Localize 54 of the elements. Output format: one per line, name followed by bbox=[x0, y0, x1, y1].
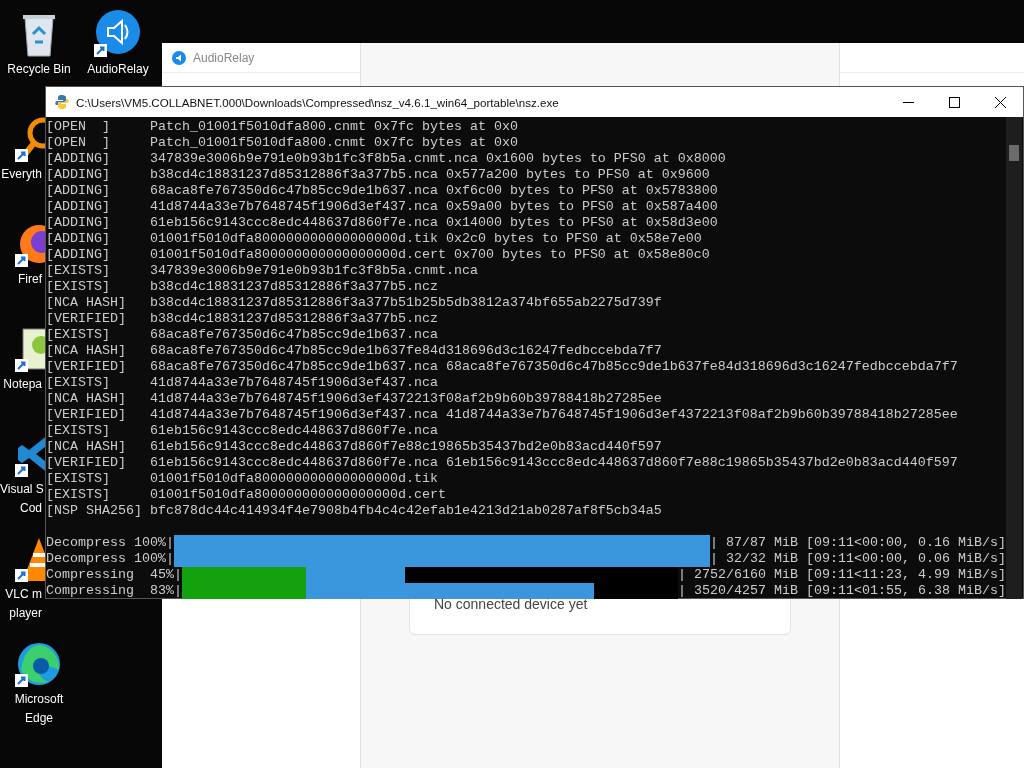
status-text: No connected device yet bbox=[434, 596, 588, 612]
console-line: [VERIFIED] 68aca8fe767350d6c47b85cc9de1b637.nca 68aca8fe767350d6c47b85cc9de1b637fe84d318696d3c16247fedbccebda7f7 bbox=[46, 359, 959, 375]
desktop-icon-label[interactable]: player bbox=[0, 606, 42, 621]
desktop-icon-label[interactable]: Microsoft bbox=[14, 692, 64, 707]
console-line: [VERIFIED] b38cd4c18831237d85312886f3a377b5.ncz bbox=[46, 311, 439, 327]
desktop-icon-label[interactable]: Everyth bbox=[0, 167, 42, 182]
progress-info: | 3520/4257 MiB [09:11<01:55, 6.38 MiB/s] bbox=[678, 583, 1006, 599]
console-line: [ADDING] 347839e3006b9e791e0b93b1fc3f8b5a.cnmt.nca 0x1600 bytes to PFS0 at 0x8000 bbox=[46, 151, 727, 167]
python-icon bbox=[54, 94, 70, 110]
desktop-icon-label[interactable]: AudioRelay bbox=[87, 62, 149, 77]
console-line: [OPEN ] Patch_01001f5010dfa800.cnmt 0x7fc bytes at 0x0 bbox=[46, 135, 519, 151]
progress-label: Decompress 100%| bbox=[46, 535, 174, 551]
progress-label: Decompress 100%| bbox=[46, 551, 174, 567]
console-line: [EXISTS] 01001f5010dfa800000000000000000d.cert bbox=[46, 487, 447, 503]
progress-info: | 2752/6160 MiB [09:11<11:23, 4.99 MiB/s] bbox=[678, 567, 1006, 583]
desktop-icon-label[interactable]: Recycle Bin bbox=[7, 62, 71, 77]
console-line: [ADDING] 68aca8fe767350d6c47b85cc9de1b637.nca 0xf6c00 bytes to PFS0 at 0x5783800 bbox=[46, 183, 719, 199]
console-line: [EXISTS] 61eb156c9143ccc8edc448637d860f7e.nca bbox=[46, 423, 439, 439]
desktop-icon-label[interactable]: Visual S bbox=[0, 482, 42, 497]
progress-info: | 32/32 MiB [09:11<00:00, 0.06 MiB/s] bbox=[710, 551, 1006, 567]
console-line: [NCA HASH] 68aca8fe767350d6c47b85cc9de1b637fe84d318696d3c16247fedbccebda7f7 bbox=[46, 343, 663, 359]
desktop-icon-label[interactable]: VLC m bbox=[0, 587, 42, 602]
console-line: [NCA HASH] 41d8744a33e7b7648745f1906d3ef4372213f08af2b9b60b39788418b27285ee bbox=[46, 391, 663, 407]
console-line: [NCA HASH] b38cd4c18831237d85312886f3a377b51b25b5db3812a374bf655ab2275d739f bbox=[46, 295, 663, 311]
progress-info: | 87/87 MiB [09:11<00:00, 0.16 MiB/s] bbox=[710, 535, 1006, 551]
desktop-icon-label[interactable]: Firef bbox=[0, 272, 42, 287]
progress-label: Compressing 45%| bbox=[46, 567, 182, 583]
console-line: [OPEN ] Patch_01001f5010dfa800.cnmt 0x7fc bytes at 0x0 bbox=[46, 119, 519, 135]
desktop-icon-label[interactable]: Edge bbox=[25, 711, 53, 726]
console-line: [EXISTS] 41d8744a33e7b7648745f1906d3ef437.nca bbox=[46, 375, 439, 391]
desktop-icon-label[interactable]: Cod bbox=[0, 501, 42, 516]
close-icon bbox=[994, 96, 1006, 108]
console-line: [VERIFIED] 61eb156c9143ccc8edc448637d860f7e.nca 61eb156c9143ccc8edc448637d860f7e88c19865b35437bd2e0b83acd440f597 bbox=[46, 455, 959, 471]
console-line: [ADDING] 61eb156c9143ccc8edc448637d860f7e.nca 0x14000 bytes to PFS0 at 0x58d3e00 bbox=[46, 215, 719, 231]
console-line: [NCA HASH] 61eb156c9143ccc8edc448637d860f7e88c19865b35437bd2e0b83acd440f597 bbox=[46, 439, 663, 455]
console-line: [NSP SHA256] bfc878dc44c414934f4e7908b4fb4c4c42efab1e4213d21ab0287af8f5cb34a5 bbox=[46, 503, 663, 519]
app-icon bbox=[172, 50, 186, 65]
scrollbar[interactable] bbox=[1006, 117, 1022, 599]
desktop-shortcut-icon[interactable] bbox=[15, 640, 63, 688]
console-line: [ADDING] 41d8744a33e7b7648745f1906d3ef437.nca 0x59a00 bytes to PFS0 at 0x587a400 bbox=[46, 199, 719, 215]
console-line: [EXISTS] 347839e3006b9e791e0b93b1fc3f8b5a.cnmt.nca bbox=[46, 263, 479, 279]
console-line: [ADDING] 01001f5010dfa800000000000000000d.cert 0x700 bytes to PFS0 at 0x58e80c0 bbox=[46, 247, 711, 263]
desktop-icon-label[interactable]: Notepa bbox=[0, 377, 42, 392]
console-line: [EXISTS] b38cd4c18831237d85312886f3a377b5.ncz bbox=[46, 279, 439, 295]
progress-label: Compressing 83%| bbox=[46, 583, 182, 599]
console-line: [EXISTS] 68aca8fe767350d6c47b85cc9de1b637.nca bbox=[46, 327, 439, 343]
maximize-icon bbox=[948, 96, 960, 108]
console-line: [ADDING] b38cd4c18831237d85312886f3a377b5.nca 0x577a200 bytes to PFS0 at 0x9600 bbox=[46, 167, 711, 183]
window-title: AudioRelay bbox=[193, 50, 255, 65]
console-line: [EXISTS] 01001f5010dfa800000000000000000d.tik bbox=[46, 471, 439, 487]
console-line: [VERIFIED] 41d8744a33e7b7648745f1906d3ef437.nca 41d8744a33e7b7648745f1906d3ef4372213f08af2b9b60b39788418b27285ee bbox=[46, 407, 959, 423]
desktop-shortcut-icon[interactable] bbox=[94, 10, 142, 58]
console-line: [ADDING] 01001f5010dfa800000000000000000d.tik 0x2c0 bytes to PFS0 at 0x58e7e00 bbox=[46, 231, 703, 247]
window-title: C:\Users\VM5.COLLABNET.000\Downloads\Compressed\nsz_v4.6.1_win64_portable\nsz.exe bbox=[76, 95, 560, 109]
